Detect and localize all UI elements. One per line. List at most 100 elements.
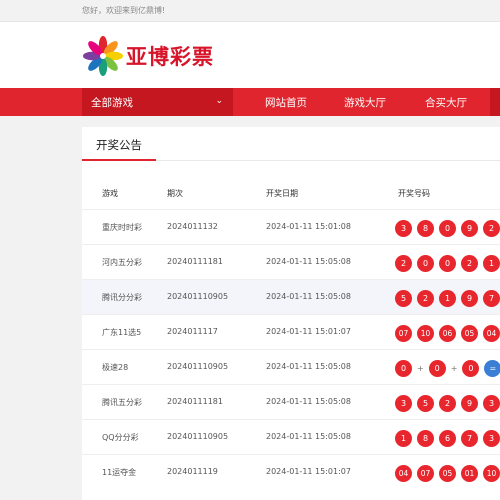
tab-draw-results[interactable]: 开奖公告 xyxy=(82,127,156,161)
all-games-label: 全部游戏 xyxy=(91,97,133,109)
issue-number: 202401110905 xyxy=(167,292,229,301)
number-ball: 0 xyxy=(417,254,434,272)
number-ball: 8 xyxy=(417,429,434,447)
number-ball: 07 xyxy=(395,324,412,342)
number-ball: 07 xyxy=(417,464,434,482)
nav-link-home[interactable]: 网站首页 xyxy=(265,95,307,110)
table-row[interactable]: QQ分分彩 202401110905 2024-01-11 15:05:08 1 8 6 7… xyxy=(82,419,500,454)
game-name: 河内五分彩 xyxy=(102,258,142,267)
result-ball: = xyxy=(484,359,500,377)
winning-numbers: 07 10 06 05 04 xyxy=(395,323,500,343)
draw-results-panel: 开奖公告 游戏 期次 开奖日期 开奖号码 重庆时时彩 2024011132 2024… xyxy=(82,127,500,500)
number-ball: 5 xyxy=(395,289,412,307)
panel-header: 开奖公告 xyxy=(82,127,500,161)
number-ball: 7 xyxy=(461,429,478,447)
column-header-game: 游戏 xyxy=(102,189,118,198)
number-ball: 0 xyxy=(395,359,412,377)
number-ball: 9 xyxy=(461,289,478,307)
number-ball: 9 xyxy=(461,394,478,412)
winning-numbers: 20021 xyxy=(395,253,500,273)
column-header-issue: 期次 xyxy=(167,189,183,198)
column-header-date: 开奖日期 xyxy=(266,189,298,198)
header: 亚博彩票 xyxy=(0,22,500,88)
top-bar: 您好，欢迎来到亿鼎博! xyxy=(0,0,500,22)
game-name: 广东11选5 xyxy=(102,328,142,337)
game-name: 腾讯五分彩 xyxy=(102,398,142,407)
table-row[interactable]: 腾讯五分彩 20240111181 2024-01-11 15:05:08 3 5 2 9 3 xyxy=(82,384,500,419)
game-name: 腾讯分分彩 xyxy=(102,293,142,302)
pinwheel-logo-icon xyxy=(83,36,123,76)
number-ball: 8 xyxy=(417,219,434,237)
draw-date: 2024-01-11 15:01:08 xyxy=(266,222,351,231)
table-row[interactable]: 河内五分彩 20240111181 2024-01-11 15:05:08 2 0 0 2 1 xyxy=(82,244,500,279)
brand-name: 亚博彩票 xyxy=(126,45,214,69)
winning-numbers: 38092 xyxy=(395,218,500,238)
draw-date: 2024-01-11 15:05:08 xyxy=(266,362,351,371)
number-ball: 3 xyxy=(395,219,412,237)
table-row[interactable]: 11运夺金 2024011119 2024-01-11 15:01:07 04 07 05… xyxy=(82,454,500,489)
number-ball: 1 xyxy=(395,429,412,447)
number-ball: 7 xyxy=(483,289,500,307)
number-ball: 04 xyxy=(483,324,500,342)
number-ball: 2 xyxy=(417,289,434,307)
nav-link-joint-buy[interactable]: 合买大厅 xyxy=(425,95,467,110)
number-ball: 0 xyxy=(439,219,456,237)
number-ball: 3 xyxy=(395,394,412,412)
draw-date: 2024-01-11 15:05:08 xyxy=(266,397,351,406)
winning-numbers: 04 07 05 01 10 xyxy=(395,463,500,483)
issue-number: 2024011117 xyxy=(167,327,218,336)
column-header-numbers: 开奖号码 xyxy=(398,189,430,198)
winning-numbers: 0 +0 +0 = xyxy=(395,358,500,378)
number-ball: 05 xyxy=(439,464,456,482)
number-ball: 9 xyxy=(461,219,478,237)
draw-date: 2024-01-11 15:05:08 xyxy=(266,292,351,301)
number-ball: 2 xyxy=(395,254,412,272)
number-ball: 05 xyxy=(461,324,478,342)
number-ball: 2 xyxy=(461,254,478,272)
number-ball: 2 xyxy=(439,394,456,412)
winning-numbers: 52197 xyxy=(395,288,500,308)
plus-operator: + xyxy=(417,363,424,373)
welcome-text: 您好，欢迎来到亿鼎博! xyxy=(82,6,166,15)
nav-link-game-hall[interactable]: 游戏大厅 xyxy=(344,95,386,110)
winning-numbers: 35293 xyxy=(395,393,500,413)
game-name: 极速28 xyxy=(102,363,129,372)
number-ball: 04 xyxy=(395,464,412,482)
number-ball: 10 xyxy=(483,464,500,482)
table-row[interactable]: 极速28 202401110905 2024-01-11 15:05:08 0 +0 +0… xyxy=(82,349,500,384)
number-ball: 01 xyxy=(461,464,478,482)
issue-number: 20240111181 xyxy=(167,397,223,406)
game-name: 11运夺金 xyxy=(102,468,137,477)
number-ball: 2 xyxy=(483,219,500,237)
table-row[interactable]: 腾讯分分彩 202401110905 2024-01-11 15:05:08 5 2 1 9… xyxy=(82,279,500,314)
draw-date: 2024-01-11 15:05:08 xyxy=(266,257,351,266)
site-logo[interactable]: 亚博彩票 xyxy=(82,34,214,78)
number-ball: 0 xyxy=(439,254,456,272)
draw-date: 2024-01-11 15:01:07 xyxy=(266,327,351,336)
number-ball: 1 xyxy=(439,289,456,307)
number-ball: 6 xyxy=(439,429,456,447)
number-ball: 1 xyxy=(483,254,500,272)
draw-date: 2024-01-11 15:05:08 xyxy=(266,432,351,441)
number-ball: 3 xyxy=(483,394,500,412)
issue-number: 202401110905 xyxy=(167,432,229,441)
table-row[interactable]: 广东11选5 2024011117 2024-01-11 15:01:07 07 10 0… xyxy=(82,314,500,349)
winning-numbers: 18673 xyxy=(395,428,500,448)
issue-number: 2024011132 xyxy=(167,222,218,231)
number-ball: 10 xyxy=(417,324,434,342)
nav-extra-tab[interactable] xyxy=(490,88,500,116)
issue-number: 20240111181 xyxy=(167,257,223,266)
plus-operator: + xyxy=(450,363,458,373)
issue-number: 2024011119 xyxy=(167,467,218,476)
game-name: 重庆时时彩 xyxy=(102,223,142,232)
game-name: QQ分分彩 xyxy=(102,433,139,442)
table-row[interactable]: 重庆时时彩 2024011132 2024-01-11 15:01:08 3 8 0 9 2 xyxy=(82,209,500,244)
number-ball: 3 xyxy=(483,429,500,447)
number-ball: 06 xyxy=(439,324,456,342)
draw-date: 2024-01-11 15:01:07 xyxy=(266,467,351,476)
number-ball: 0 xyxy=(428,359,446,377)
number-ball: 0 xyxy=(462,359,480,377)
issue-number: 202401110905 xyxy=(167,362,229,371)
all-games-dropdown[interactable]: 全部游戏 ⌄ xyxy=(82,88,233,116)
chevron-down-icon: ⌄ xyxy=(215,96,223,106)
